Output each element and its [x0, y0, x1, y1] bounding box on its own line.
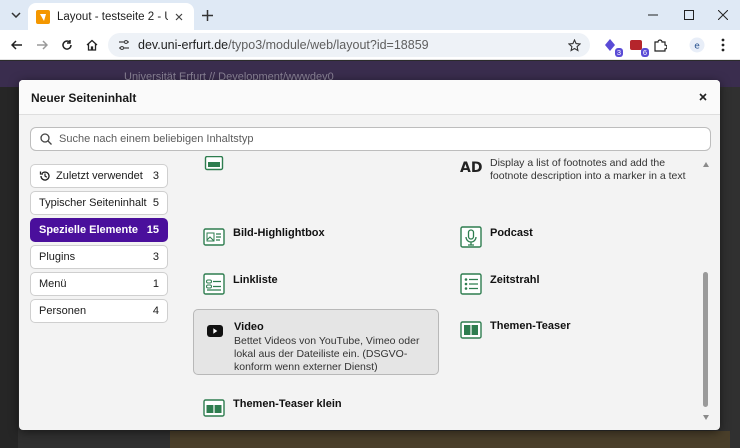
tab-title: Layout - testseite 2 - Universitat: [57, 10, 168, 23]
content-item-name: Bild-Highlightbox: [233, 227, 325, 239]
site-settings-icon[interactable]: [116, 37, 132, 53]
content-item-name: Linkliste: [233, 274, 278, 286]
content-type-search[interactable]: [30, 127, 711, 151]
category-personen[interactable]: Personen 4: [30, 299, 168, 323]
window-close-icon[interactable]: [706, 0, 740, 30]
extension-1-icon[interactable]: 3: [601, 36, 623, 57]
reload-icon[interactable]: [58, 36, 76, 54]
modal-title: Neuer Seiteninhalt: [31, 91, 137, 105]
category-zuletzt-verwendet[interactable]: Zuletzt verwendet 3: [30, 164, 168, 188]
typo3-favicon-icon: [36, 9, 50, 24]
content-item-description: Bettet Videos von YouTube, Vimeo oder lo…: [234, 335, 420, 373]
category-label: Menü: [39, 278, 67, 290]
url-host: dev.uni-erfurt.de: [138, 38, 229, 52]
footnote-ad-icon: AD: [460, 156, 482, 178]
history-icon: [39, 170, 51, 182]
image-highlight-icon: [203, 226, 225, 248]
category-label: Zuletzt verwendet: [56, 170, 143, 182]
content-item-description: Display a list of footnotes and add the …: [490, 157, 686, 182]
category-plugins[interactable]: Plugins 3: [30, 245, 168, 269]
content-item-themen-teaser-klein[interactable]: Themen-Teaser klein: [193, 387, 439, 420]
extensions-puzzle-icon[interactable]: [651, 36, 669, 54]
content-element-icon: [203, 156, 225, 174]
teaser-small-icon: [203, 397, 225, 419]
profile-avatar-icon[interactable]: e: [688, 36, 706, 54]
forward-arrow-icon[interactable]: [33, 36, 51, 54]
svg-text:AD: AD: [460, 160, 482, 175]
category-label: Personen: [39, 305, 87, 317]
home-icon[interactable]: [83, 36, 101, 54]
modal-header: Neuer Seiteninhalt: [19, 80, 720, 115]
content-item-name: Themen-Teaser: [490, 320, 571, 332]
extension-2-icon[interactable]: 6: [627, 36, 649, 57]
category-count: 4: [152, 305, 159, 317]
search-input[interactable]: [59, 133, 710, 145]
tab-close-icon[interactable]: [172, 10, 186, 24]
scrollbar-thumb[interactable]: [703, 272, 708, 407]
extension-2-badge: 6: [640, 48, 649, 57]
menu-kebab-icon[interactable]: [714, 36, 732, 54]
teaser-icon: [460, 319, 482, 341]
bookmark-star-icon[interactable]: [566, 37, 582, 53]
address-bar[interactable]: dev.uni-erfurt.de/typo3/module/web/layou…: [108, 33, 590, 57]
url-text: dev.uni-erfurt.de/typo3/module/web/layou…: [138, 38, 566, 52]
new-content-modal: Neuer Seiteninhalt Zuletzt verwendet 3 T…: [19, 80, 720, 430]
timeline-list-icon: [460, 273, 482, 295]
content-item-linkliste[interactable]: Linkliste: [193, 263, 439, 305]
maximize-icon[interactable]: [672, 0, 706, 30]
scroll-up-arrow-icon[interactable]: [703, 162, 709, 167]
category-count: 15: [146, 224, 159, 236]
back-arrow-icon[interactable]: [8, 36, 26, 54]
svg-text:e: e: [694, 42, 700, 52]
browser-toolbar: dev.uni-erfurt.de/typo3/module/web/layou…: [0, 30, 740, 60]
category-menue[interactable]: Menü 1: [30, 272, 168, 296]
modal-close-icon[interactable]: [696, 90, 710, 104]
content-scrollbar[interactable]: [701, 162, 711, 420]
content-item-footnotes[interactable]: AD Display a list of footnotes and add t…: [450, 156, 696, 193]
category-count: 5: [152, 197, 159, 209]
link-list-icon: [203, 273, 225, 295]
search-icon: [39, 132, 53, 146]
category-count: 3: [152, 251, 159, 263]
content-item-name: Podcast: [490, 227, 533, 239]
category-label: Spezielle Elemente: [39, 224, 139, 236]
category-count: 3: [152, 170, 159, 182]
url-path: /typo3/module/web/layout?id=18859: [228, 38, 429, 52]
category-spezielle-elemente[interactable]: Spezielle Elemente 15: [30, 218, 168, 242]
content-item-themen-teaser[interactable]: Themen-Teaser: [450, 309, 696, 351]
category-typischer-seiteninhalt[interactable]: Typischer Seiteninhalt 5: [30, 191, 168, 215]
tab-search-chevron-icon[interactable]: [6, 6, 26, 24]
content-item-zeitstrahl[interactable]: Zeitstrahl: [450, 263, 696, 305]
new-tab-plus-icon[interactable]: [198, 6, 216, 24]
content-item-cutoff[interactable]: [193, 156, 439, 184]
category-count: 1: [152, 278, 159, 290]
extension-1-badge: 3: [614, 48, 623, 57]
content-item-bild-highlightbox[interactable]: Bild-Highlightbox: [193, 216, 439, 258]
tab-strip: Layout - testseite 2 - Universitat: [0, 0, 740, 30]
youtube-play-icon: [204, 320, 226, 342]
category-list: Zuletzt verwendet 3 Typischer Seiteninha…: [30, 164, 168, 326]
category-label: Typischer Seiteninhalt: [39, 197, 147, 209]
backend-content-strip: [170, 431, 730, 448]
category-label: Plugins: [39, 251, 76, 263]
content-item-name: Zeitstrahl: [490, 274, 540, 286]
content-item-name: Themen-Teaser klein: [233, 398, 342, 410]
browser-tab[interactable]: Layout - testseite 2 - Universitat: [28, 3, 194, 30]
content-item-video[interactable]: Video Bettet Videos von YouTube, Vimeo o…: [193, 309, 439, 375]
minimize-icon[interactable]: [636, 0, 670, 30]
podcast-microphone-icon: [460, 226, 482, 248]
scroll-down-arrow-icon[interactable]: [703, 415, 709, 420]
backend-sidebar: [0, 87, 18, 448]
content-item-podcast[interactable]: Podcast: [450, 216, 696, 258]
content-item-name: Video: [234, 321, 264, 333]
content-element-grid: AD Display a list of footnotes and add t…: [187, 156, 708, 420]
